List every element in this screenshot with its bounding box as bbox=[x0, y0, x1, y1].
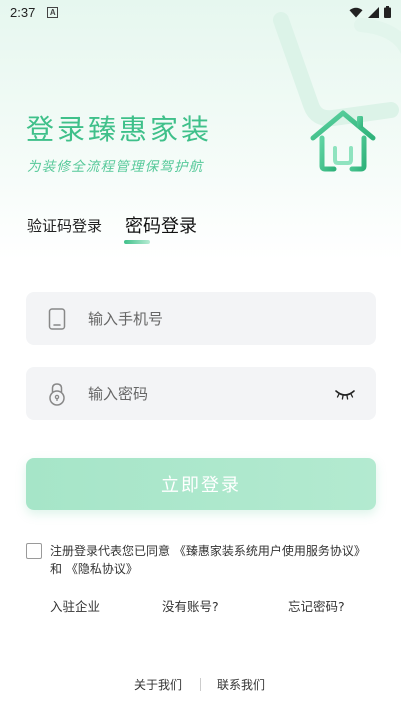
agreement-conjunction: 和 bbox=[50, 562, 66, 576]
contact-us-link[interactable]: 联系我们 bbox=[217, 676, 265, 693]
password-field bbox=[26, 367, 376, 420]
status-bar: 2:37 A bbox=[0, 0, 401, 24]
no-account-link[interactable]: 没有账号? bbox=[162, 596, 219, 615]
tab-password-login[interactable]: 密码登录 bbox=[125, 212, 197, 238]
login-button[interactable]: 立即登录 bbox=[26, 458, 376, 510]
footer-divider bbox=[200, 678, 201, 691]
forgot-password-link[interactable]: 忘记密码? bbox=[288, 596, 345, 615]
agreement-prefix: 注册登录代表您已同意 bbox=[50, 544, 171, 558]
user-agreement-link[interactable]: 《臻惠家装系统用户使用服务协议》 bbox=[174, 544, 366, 558]
tab-active-indicator bbox=[124, 240, 150, 244]
lock-icon bbox=[47, 382, 67, 406]
house-logo-icon bbox=[310, 110, 376, 172]
footer: 关于我们 联系我们 bbox=[0, 676, 401, 696]
phone-input[interactable] bbox=[88, 292, 376, 345]
page-subtitle: 为装修全流程管理保驾护航 bbox=[27, 159, 204, 175]
battery-icon bbox=[384, 6, 391, 18]
eye-closed-icon[interactable] bbox=[334, 387, 356, 401]
password-input[interactable] bbox=[88, 367, 334, 420]
notification-badge-icon: A bbox=[47, 6, 59, 18]
page-title: 登录臻惠家装 bbox=[26, 113, 213, 146]
agreement-checkbox[interactable] bbox=[26, 543, 42, 559]
agreement-text: 注册登录代表您已同意 《臻惠家装系统用户使用服务协议》 和 《隐私协议》 bbox=[50, 542, 380, 578]
status-time: 2:37 bbox=[10, 4, 36, 20]
signal-icon bbox=[368, 6, 379, 18]
phone-field bbox=[26, 292, 376, 345]
privacy-agreement-link[interactable]: 《隐私协议》 bbox=[66, 562, 138, 576]
wifi-icon bbox=[349, 7, 363, 17]
phone-icon bbox=[47, 307, 67, 331]
tab-code-login[interactable]: 验证码登录 bbox=[27, 215, 102, 236]
about-us-link[interactable]: 关于我们 bbox=[134, 676, 182, 693]
enter-company-link[interactable]: 入驻企业 bbox=[50, 596, 100, 615]
status-icons bbox=[349, 6, 391, 18]
links-row: 入驻企业 没有账号? 忘记密码? bbox=[0, 596, 401, 616]
